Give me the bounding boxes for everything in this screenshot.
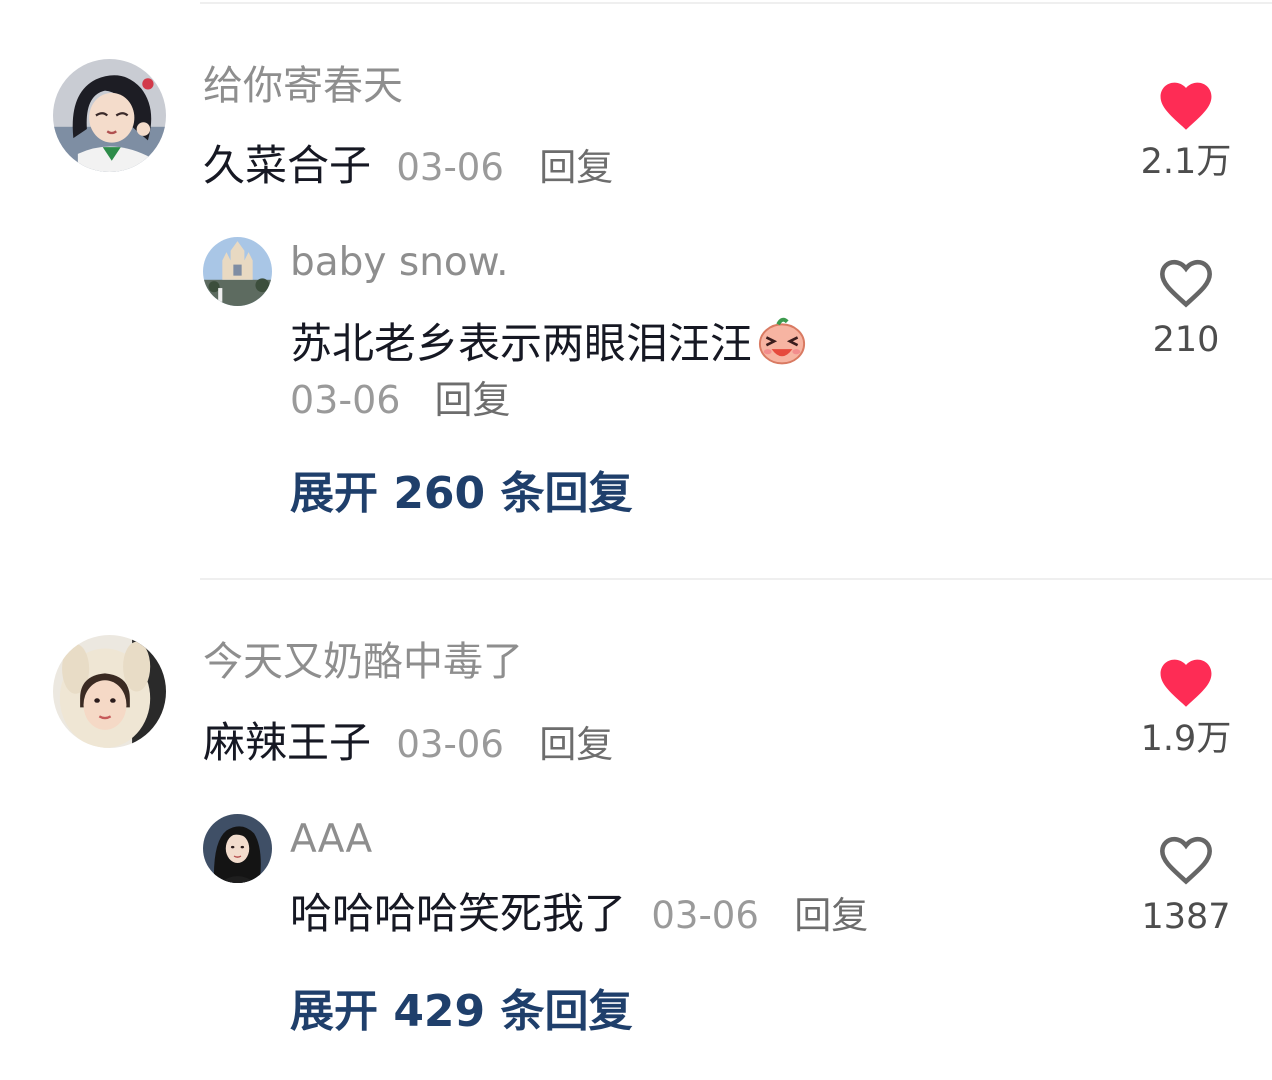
divider <box>200 578 1272 580</box>
avatar[interactable] <box>53 635 166 748</box>
reply-author-name[interactable]: baby snow. <box>290 243 509 282</box>
reply-button[interactable]: 回复 <box>794 894 868 937</box>
reply-text-line: 苏北老乡表示两眼泪汪汪 <box>290 314 808 366</box>
like-group: 1.9万 <box>1126 652 1246 757</box>
reply-text: 苏北老乡表示两眼泪汪汪 <box>290 319 753 368</box>
comment-date: 03-06 <box>396 146 504 189</box>
reply-meta: 03-06 回复 <box>290 381 511 419</box>
laughing-crying-emoji-icon <box>758 317 806 365</box>
like-count: 2.1万 <box>1140 142 1232 182</box>
heart-outline-icon[interactable] <box>1155 253 1217 309</box>
heart-filled-icon[interactable] <box>1155 652 1217 708</box>
avatar[interactable] <box>53 59 166 172</box>
reply-date: 03-06 <box>290 378 401 422</box>
reply-author-name[interactable]: AAA <box>290 820 372 859</box>
heart-outline-icon[interactable] <box>1155 830 1217 886</box>
heart-filled-icon[interactable] <box>1155 75 1217 131</box>
avatar[interactable] <box>203 814 272 883</box>
like-count: 210 <box>1152 320 1220 360</box>
expand-replies-button[interactable]: 展开 260 条回复 <box>290 472 632 516</box>
expand-replies-button[interactable]: 展开 429 条回复 <box>290 990 632 1034</box>
avatar[interactable] <box>203 237 272 306</box>
comment-body: 麻辣王子 03-06 回复 <box>203 722 613 764</box>
like-group: 1387 <box>1126 830 1246 935</box>
like-group: 210 <box>1126 253 1246 358</box>
reply-date: 03-06 <box>651 894 759 937</box>
reply-text-line: 哈哈哈哈笑死我了 03-06 回复 <box>290 893 868 935</box>
reply-text: 哈哈哈哈笑死我了 <box>290 889 627 938</box>
reply-button[interactable]: 回复 <box>435 378 511 422</box>
like-group: 2.1万 <box>1126 75 1246 180</box>
divider <box>200 2 1272 4</box>
comment-text: 久菜合子 <box>203 141 372 190</box>
comment-text: 麻辣王子 <box>203 718 372 767</box>
comment-author-name[interactable]: 今天又奶酪中毒了 <box>203 642 523 682</box>
reply-button[interactable]: 回复 <box>539 146 613 189</box>
comment-date: 03-06 <box>396 723 504 766</box>
reply-button[interactable]: 回复 <box>539 723 613 766</box>
like-count: 1387 <box>1141 897 1231 937</box>
like-count: 1.9万 <box>1140 719 1232 759</box>
comment-body: 久菜合子 03-06 回复 <box>203 145 613 187</box>
comment-author-name[interactable]: 给你寄春天 <box>203 66 403 106</box>
